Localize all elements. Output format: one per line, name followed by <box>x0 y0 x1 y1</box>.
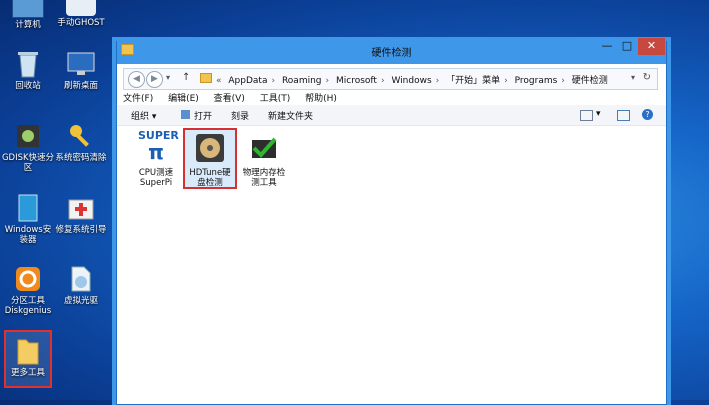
desktop-icon-label: GDISK快速分 区 <box>1 153 55 173</box>
breadcrumb-item[interactable]: 「开始」菜单 <box>446 76 500 86</box>
back-button[interactable]: ◀ <box>128 71 145 88</box>
desktop-icon-computer[interactable]: 计算机 <box>0 0 56 30</box>
recycle-bin-icon <box>13 49 43 79</box>
menu-file[interactable]: 文件(F) <box>123 94 153 104</box>
desktop-icon-password-clear[interactable]: 系统密码清除 <box>53 121 109 163</box>
view-dropdown-icon[interactable]: ▾ <box>596 109 601 119</box>
desktop-icon-label: 虚拟光驱 <box>63 296 98 306</box>
desktop-icon-ghost[interactable]: 手动GHOST <box>53 0 109 28</box>
desktop-icon-label: 分区工具 Diskgenius <box>4 296 52 316</box>
desktop-icon-label: 更多工具 <box>10 368 45 378</box>
first-aid-icon <box>66 193 96 223</box>
folder-icon <box>13 336 43 366</box>
help-icon[interactable]: ? <box>642 109 653 120</box>
file-label: HDTune硬 盘检测 <box>189 168 231 188</box>
desktop-icon-gdisk[interactable]: GDISK快速分 区 <box>0 121 56 173</box>
refresh-icon[interactable]: ↻ <box>643 72 651 83</box>
burn-button[interactable]: 刻录 <box>231 109 249 122</box>
recent-dropdown-icon[interactable]: ▾ <box>166 73 170 82</box>
desktop-icon-diskgenius[interactable]: 分区工具 Diskgenius <box>0 264 56 316</box>
desktop-icon-label: Windows安 装器 <box>4 225 52 245</box>
forward-button[interactable]: ▶ <box>146 71 163 88</box>
file-list: SUPER π CPU测速 SuperPi HDTune硬 盘检测 物理内存检 … <box>117 126 666 404</box>
file-item-hdtune[interactable]: HDTune硬 盘检测 <box>185 130 235 188</box>
desktop-icon-windows-installer[interactable]: Windows安 装器 <box>0 193 56 245</box>
folder-icon <box>200 73 212 83</box>
file-item-memory-test[interactable]: 物理内存检 测工具 <box>239 130 289 188</box>
breadcrumb-item[interactable]: Roaming <box>282 76 322 86</box>
command-bar: 组织 ▾ 打开 刻录 新建文件夹 ▾ ? <box>117 105 666 126</box>
breadcrumb-item[interactable]: Microsoft <box>336 76 377 86</box>
breadcrumb-item[interactable]: Programs <box>515 76 558 86</box>
title-bar[interactable]: 硬件检测 — □ ✕ <box>117 38 666 64</box>
file-label: CPU测速 SuperPi <box>138 168 174 188</box>
key-icon <box>66 121 96 151</box>
new-folder-button[interactable]: 新建文件夹 <box>268 109 313 122</box>
ghost-icon <box>66 0 96 16</box>
monitor-icon <box>66 49 96 79</box>
computer-icon <box>12 0 44 18</box>
breadcrumb[interactable]: « AppData › Roaming › Microsoft › Windows › … <box>216 73 612 86</box>
up-arrow-icon[interactable]: ↑ <box>182 72 190 83</box>
superpi-icon: SUPER π <box>138 129 179 164</box>
hard-disk-icon <box>192 130 228 166</box>
open-icon <box>181 110 190 119</box>
desktop-icon-label: 系统密码清除 <box>55 153 107 163</box>
desktop-icon-label: 修复系统引导 <box>55 225 107 235</box>
desktop-icon-recycle-bin[interactable]: 回收站 <box>0 49 56 91</box>
desktop-icon-label: 回收站 <box>15 81 41 91</box>
desktop-icon-label: 刷新桌面 <box>63 81 98 91</box>
view-options-icon[interactable] <box>580 110 593 121</box>
breadcrumb-item[interactable]: AppData <box>228 76 267 86</box>
organize-button[interactable]: 组织 ▾ <box>131 109 156 122</box>
desktop-icon-virtual-drive[interactable]: 虚拟光驱 <box>53 264 109 306</box>
windows-installer-icon <box>13 193 43 223</box>
address-bar[interactable]: ◀ ▶ ▾ ↑ « AppData › Roaming › Microsoft › W… <box>123 68 658 90</box>
explorer-window[interactable]: 硬件检测 — □ ✕ ◀ ▶ ▾ ↑ « AppData › Roaming › M… <box>116 38 667 405</box>
window-title: 硬件检测 <box>371 48 412 59</box>
desktop-icon-more-tools[interactable]: 更多工具 <box>0 336 56 378</box>
diskgenius-icon <box>13 264 43 294</box>
menu-help[interactable]: 帮助(H) <box>305 94 337 104</box>
menu-tools[interactable]: 工具(T) <box>260 94 291 104</box>
breadcrumb-item[interactable]: Windows <box>391 76 431 86</box>
file-item-superpi[interactable]: SUPER π CPU测速 SuperPi <box>131 129 181 189</box>
close-button[interactable]: ✕ <box>638 38 665 55</box>
minimize-button[interactable]: — <box>596 38 618 55</box>
desktop-icon-label: 手动GHOST <box>57 18 105 28</box>
address-dropdown-icon[interactable]: ▾ <box>631 73 635 82</box>
desktop-icon-label: 计算机 <box>15 20 41 30</box>
disk-partition-icon <box>13 121 43 151</box>
desktop-icon-boot-repair[interactable]: 修复系统引导 <box>53 193 109 235</box>
menu-edit[interactable]: 编辑(E) <box>168 94 199 104</box>
open-button[interactable]: 打开 <box>194 109 212 122</box>
memory-chip-icon <box>246 130 282 166</box>
menu-view[interactable]: 查看(V) <box>214 94 245 104</box>
preview-pane-icon[interactable] <box>617 110 630 121</box>
desktop-icon-refresh-desktop[interactable]: 刷新桌面 <box>53 49 109 91</box>
menu-bar: 文件(F) 编辑(E) 查看(V) 工具(T) 帮助(H) <box>123 91 349 105</box>
file-label: 物理内存检 测工具 <box>242 168 286 188</box>
maximize-button[interactable]: □ <box>616 38 638 55</box>
breadcrumb-item[interactable]: 硬件检测 <box>572 76 608 86</box>
virtual-drive-icon <box>66 264 96 294</box>
